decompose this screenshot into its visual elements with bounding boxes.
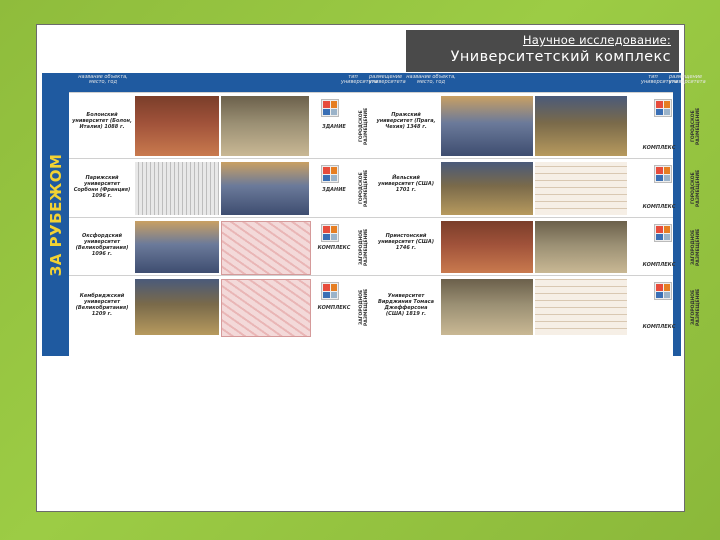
title-box: Научное исследование: Университетский ко… (404, 28, 681, 74)
university-photo (135, 96, 219, 156)
university-photo (535, 279, 627, 335)
university-caption: Йельский университет (США) 1701 г. (377, 174, 435, 193)
university-photo (135, 279, 219, 335)
table-row: Оксфордский университет (Великобритания)… (69, 217, 701, 276)
table-row: Болонский университет (Болон, Италия) 10… (69, 92, 701, 159)
university-scheme (321, 99, 339, 117)
slide-subtitle: Научное исследование: (522, 33, 671, 47)
university-placement: ЗАГОРОДНОЕ РАЗМЕЩЕНИЕ (359, 288, 369, 326)
university-photo (441, 162, 533, 215)
slide-frame: Научное исследование: Университетский ко… (36, 24, 706, 512)
side-label: ЗА РУБЕЖОМ (46, 153, 65, 276)
university-scheme (321, 165, 339, 183)
university-placement: ГОРОДСКОЕ РАЗМЕЩЕНИЕ (359, 169, 369, 208)
university-photo (221, 162, 309, 215)
col-header-type-right: тип университета (641, 74, 678, 85)
university-photo (535, 221, 627, 273)
university-placement: ГОРОДСКОЕ РАЗМЕЩЕНИЕ (691, 107, 701, 145)
university-caption: Кембриджский университет (Великобритания… (75, 293, 129, 317)
university-type: КОМПЛЕКС (642, 145, 676, 151)
university-photo (535, 162, 627, 215)
university-photo (135, 162, 219, 215)
university-placement: ЗАГОРОДНОЕ РАЗМЕЩЕНИЕ (359, 228, 369, 266)
university-photo (135, 221, 219, 273)
university-placement: ЗАГОРОДНОЕ РАЗМЕЩЕНИЕ (691, 228, 701, 266)
university-type: КОМПЛЕКС (642, 204, 676, 210)
col-header-object-left: название объекта, место, год (78, 74, 128, 85)
poster-grid: название объекта, место, год тип универс… (69, 73, 706, 356)
university-photo (221, 96, 309, 156)
university-type: ЗДАНИЕ (322, 186, 346, 193)
table-row: Парижский университет Сорбонн (Франция) … (69, 158, 701, 218)
poster-header-row: название объекта, место, год тип универс… (69, 73, 706, 92)
university-scheme (654, 282, 672, 300)
university-placement: ЗАГОРОДНОЕ РАЗМЕЩЕНИЕ (691, 288, 701, 326)
university-scheme (321, 224, 339, 242)
university-type: КОМПЛЕКС (317, 245, 351, 251)
university-type: КОМПЛЕКС (642, 262, 676, 268)
university-caption: Болонский университет (Болон, Италия) 10… (72, 112, 132, 130)
university-scheme (654, 165, 672, 183)
university-caption: Пражский университет (Прага, Чехия) 1348… (376, 112, 436, 130)
poster-side-band: ЗА РУБЕЖОМ (42, 73, 69, 356)
col-header-object-right: название объекта, место, год (406, 74, 456, 85)
col-header-placement-right: размещение университета (669, 74, 706, 85)
university-caption: Парижский университет Сорбонн (Франция) … (73, 174, 131, 199)
university-type: КОМПЛЕКС (317, 305, 351, 311)
university-placement: ГОРОДСКОЕ РАЗМЕЩЕНИЕ (691, 169, 701, 208)
university-scheme (654, 224, 672, 242)
university-photo (441, 96, 533, 156)
col-header-type-left: тип университета (341, 74, 378, 85)
research-poster: ЗА РУБЕЖОМ название объекта, место, год … (42, 73, 706, 356)
university-caption: Оксфордский университет (Великобритания)… (75, 233, 129, 257)
col-header-placement-left: размещение университета (369, 74, 406, 85)
university-photo (535, 96, 627, 156)
slide-title: Университетский комплекс (450, 49, 671, 65)
university-caption: Университет Вирджиния Томаса Джефферсона… (378, 293, 434, 317)
university-photo (441, 279, 533, 335)
university-photo (221, 279, 311, 337)
university-type: ЗДАНИЕ (322, 124, 346, 130)
university-scheme (321, 282, 339, 300)
university-placement: ГОРОДСКОЕ РАЗМЕЩЕНИЕ (359, 107, 369, 145)
university-photo (221, 221, 311, 275)
university-caption: Принстонский университет (США) 1746 г. (377, 233, 435, 251)
university-type: КОМПЛЕКС (642, 324, 676, 330)
table-row: Кембриджский университет (Великобритания… (69, 275, 701, 338)
university-photo (441, 221, 533, 273)
university-scheme (654, 99, 672, 117)
